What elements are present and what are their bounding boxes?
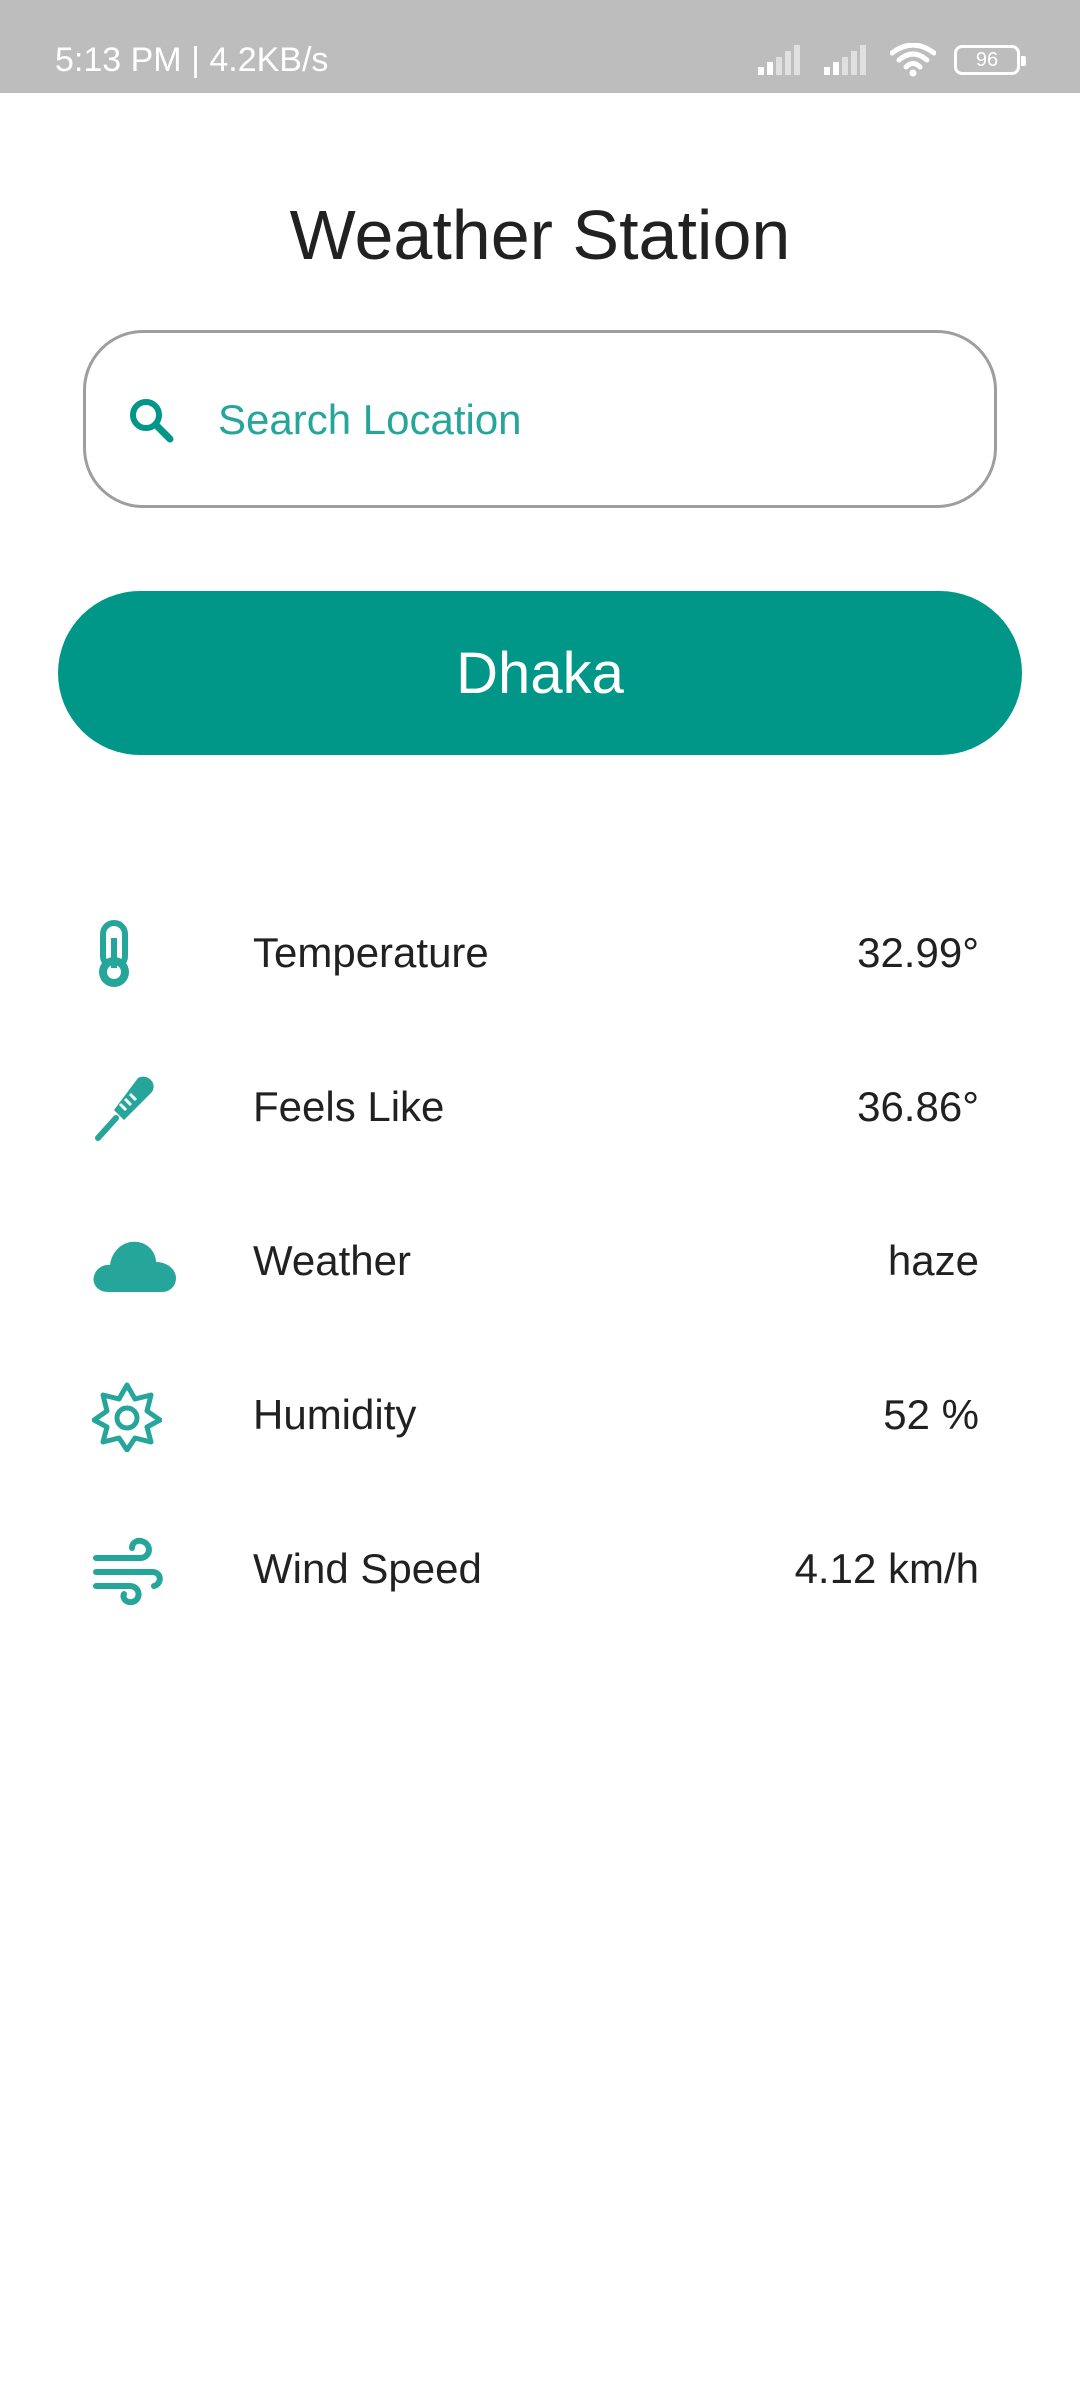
row-label: Wind Speed bbox=[253, 1545, 482, 1592]
row-value: 4.12 km/h bbox=[794, 1545, 979, 1592]
battery-level: 96 bbox=[975, 48, 999, 71]
weather-row-temperature: Temperature 32.99° bbox=[0, 875, 1080, 1029]
row-value: 36.86° bbox=[857, 1083, 979, 1130]
row-value: 52 % bbox=[883, 1391, 979, 1438]
signal-icon bbox=[824, 45, 866, 75]
city-button[interactable]: Dhaka bbox=[58, 591, 1022, 755]
wifi-icon bbox=[890, 43, 936, 77]
row-label: Temperature bbox=[253, 929, 489, 976]
weather-row-humidity: Humidity 52 % bbox=[0, 1337, 1080, 1491]
search-input[interactable] bbox=[216, 388, 936, 452]
row-label: Humidity bbox=[253, 1391, 417, 1438]
battery-icon: 96 bbox=[954, 45, 1026, 75]
cloud-icon bbox=[92, 1228, 182, 1298]
status-bar: 5:13 PM | 4.2KB/s 96 bbox=[0, 0, 1080, 93]
row-label: Weather bbox=[253, 1237, 411, 1284]
wind-icon bbox=[92, 1536, 182, 1606]
row-label: Feels Like bbox=[253, 1083, 445, 1130]
thermometer-icon bbox=[92, 920, 182, 990]
search-icon bbox=[130, 399, 174, 443]
status-time: 5:13 PM | 4.2KB/s bbox=[55, 41, 329, 79]
weather-row-feels-like: Feels Like 36.86° bbox=[0, 1029, 1080, 1183]
status-icons: 96 bbox=[758, 40, 1026, 80]
search-box[interactable] bbox=[83, 330, 997, 508]
weather-row-weather: Weather haze bbox=[0, 1183, 1080, 1337]
feels-like-thermometer-icon bbox=[92, 1074, 182, 1144]
row-value: 32.99° bbox=[857, 929, 979, 976]
row-value: haze bbox=[887, 1237, 979, 1284]
weather-row-wind-speed: Wind Speed 4.12 km/h bbox=[0, 1491, 1080, 1645]
humidity-sun-icon bbox=[92, 1382, 182, 1452]
signal-icon bbox=[758, 45, 800, 75]
weather-list: Temperature 32.99° Feels Like 36.86° Wea… bbox=[0, 875, 1080, 1645]
page-title: Weather Station bbox=[289, 196, 791, 274]
